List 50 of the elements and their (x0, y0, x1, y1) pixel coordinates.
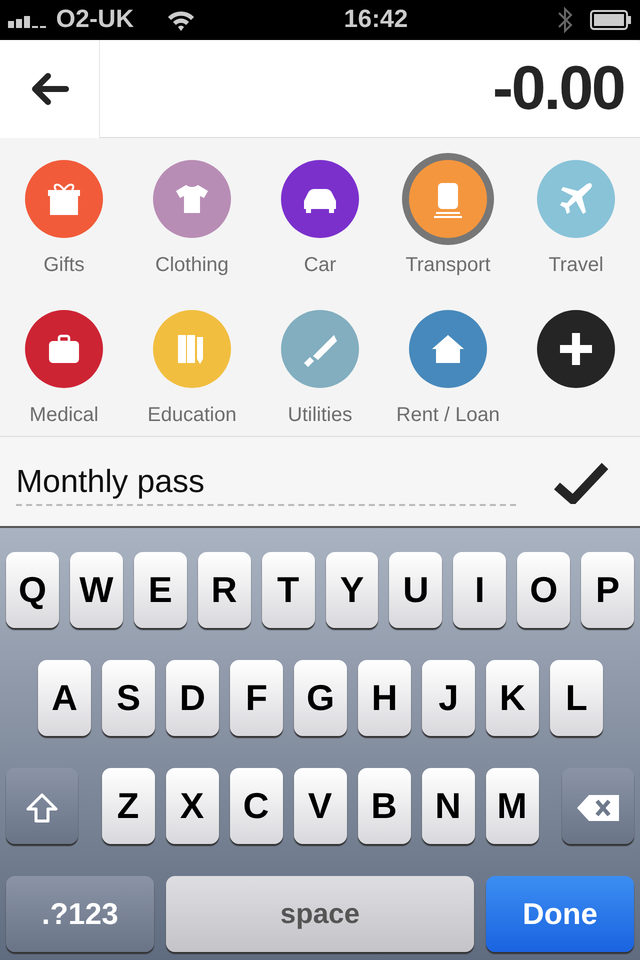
amount-display: -0.00 (492, 53, 624, 125)
category-button[interactable]: Rent / Loan (384, 310, 512, 460)
category-button[interactable]: Travel (512, 160, 640, 310)
keyboard-key[interactable]: K (486, 660, 539, 736)
battery-icon (590, 10, 632, 30)
category-button[interactable]: Medical (0, 310, 128, 460)
space-key[interactable]: space (166, 876, 474, 952)
keyboard-key[interactable]: S (102, 660, 155, 736)
keyboard-key[interactable]: R (198, 552, 251, 628)
keyboard-key[interactable]: A (38, 660, 91, 736)
keyboard-key[interactable]: I (453, 552, 506, 628)
keyboard-key[interactable]: J (422, 660, 475, 736)
keyboard-key[interactable]: U (389, 552, 442, 628)
keyboard-key[interactable]: D (166, 660, 219, 736)
carrier-name: O2-UK (56, 4, 134, 36)
note-input-field[interactable]: Monthly pass (16, 458, 516, 506)
category-button[interactable]: Education (128, 310, 256, 460)
keyboard-key[interactable]: M (486, 768, 538, 844)
category-button[interactable]: Transport (384, 160, 512, 310)
keyboard-key[interactable]: L (550, 660, 603, 736)
keyboard-key[interactable]: X (166, 768, 218, 844)
keyboard-key[interactable]: N (422, 768, 474, 844)
shift-arrow-icon (26, 792, 58, 823)
category-button[interactable]: Car (256, 160, 384, 310)
numbers-key[interactable]: .?123 (6, 876, 154, 952)
keyboard-key[interactable]: Q (6, 552, 59, 628)
back-button[interactable] (0, 40, 100, 138)
keyboard-key[interactable]: B (358, 768, 410, 844)
keyboard-key[interactable]: F (230, 660, 283, 736)
category-button[interactable]: Gifts (0, 160, 128, 310)
keyboard-key[interactable]: T (262, 552, 315, 628)
bluetooth-icon (556, 5, 574, 35)
keyboard-key[interactable]: C (230, 768, 282, 844)
keyboard-key[interactable]: Y (326, 552, 378, 628)
keyboard-key[interactable]: V (294, 768, 346, 844)
keyboard-key[interactable]: Z (102, 768, 154, 844)
clock-time: 16:42 (344, 4, 408, 36)
keyboard-key[interactable]: E (134, 552, 187, 628)
delete-key[interactable] (562, 768, 634, 844)
keyboard-key[interactable]: G (294, 660, 347, 736)
backspace-icon (575, 792, 621, 823)
back-arrow-icon (30, 70, 70, 106)
done-key[interactable]: Done (486, 876, 634, 952)
category-button[interactable]: Utilities (256, 310, 384, 460)
keyboard-key[interactable]: P (581, 552, 634, 628)
keyboard-key[interactable]: H (358, 660, 411, 736)
keyboard-key[interactable]: W (70, 552, 123, 628)
keyboard-key[interactable]: O (517, 552, 570, 628)
category-button[interactable]: Clothing (128, 160, 256, 310)
shift-key[interactable] (6, 768, 78, 844)
